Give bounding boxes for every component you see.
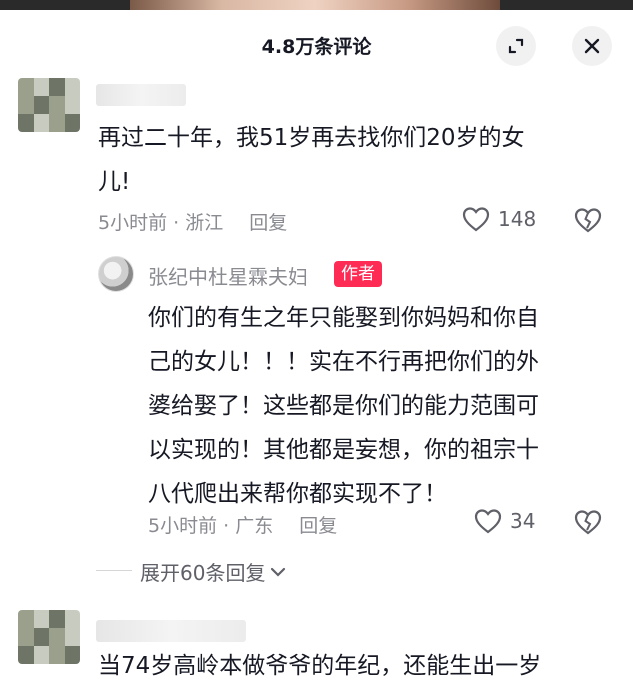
expand-icon: [508, 38, 524, 54]
comment-text-line: 当74岁高岭本做爷爷的年纪，还能生出一岁: [98, 653, 542, 679]
heart-icon: [474, 509, 502, 534]
comment-time-location: 5小时前 · 浙江: [98, 212, 224, 234]
broken-heart-icon: [574, 510, 602, 535]
like-button[interactable]: 34: [474, 508, 535, 534]
reply-button[interactable]: 回复: [299, 515, 337, 537]
broken-heart-icon: [574, 208, 602, 233]
comment-text-line: 儿!: [98, 169, 131, 195]
reply-meta: 5小时前 · 广东 回复: [148, 511, 337, 538]
reply-text-line: 己的女儿！！！实在不行再把你们的外: [148, 349, 539, 375]
video-thumbnail: [130, 0, 500, 10]
author-name[interactable]: 张纪中杜星霖夫妇: [148, 261, 308, 290]
author-badge: 作者: [334, 261, 382, 287]
expand-sheet-button[interactable]: [496, 26, 536, 66]
comment-text-line: 再过二十年，我51岁再去找你们20岁的女: [98, 125, 525, 151]
comment-meta: 5小时前 · 浙江 回复: [98, 208, 287, 235]
dislike-button[interactable]: [574, 207, 602, 237]
comments-count-title: 4.8万条评论: [261, 36, 372, 58]
like-count: 148: [498, 207, 537, 231]
like-count: 34: [510, 509, 536, 533]
dislike-button[interactable]: [574, 509, 602, 539]
reply-text-line: 八代爬出来帮你都实现不了！: [148, 481, 447, 507]
reply-button[interactable]: 回复: [249, 212, 287, 234]
commenter-avatar[interactable]: [18, 78, 80, 132]
reply-text-line: 你们的有生之年只能娶到你妈妈和你自: [148, 305, 539, 331]
commenter-name-redacted[interactable]: [96, 84, 186, 106]
comments-sheet: 4.8万条评论 再过二十年，我51岁再去找你们20岁的女 儿! 5小时前 · 浙…: [0, 10, 633, 680]
expand-replies-button[interactable]: 展开60条回复: [140, 557, 287, 586]
heart-icon: [462, 207, 490, 232]
expand-divider: [96, 570, 132, 571]
expand-replies-label: 展开60条回复: [140, 561, 266, 585]
author-avatar[interactable]: [98, 256, 134, 292]
close-icon: [584, 38, 600, 54]
chevron-down-icon: [271, 567, 286, 577]
reply-text-line: 婆给娶了！这些都是你们的能力范围可: [148, 393, 539, 419]
commenter-name-redacted[interactable]: [96, 620, 246, 642]
reply-text-line: 以实现的！其他都是妄想，你的祖宗十: [148, 437, 539, 463]
close-button[interactable]: [572, 26, 612, 66]
commenter-avatar[interactable]: [18, 610, 80, 664]
reply-time-location: 5小时前 · 广东: [148, 515, 274, 537]
like-button[interactable]: 148: [462, 206, 536, 232]
